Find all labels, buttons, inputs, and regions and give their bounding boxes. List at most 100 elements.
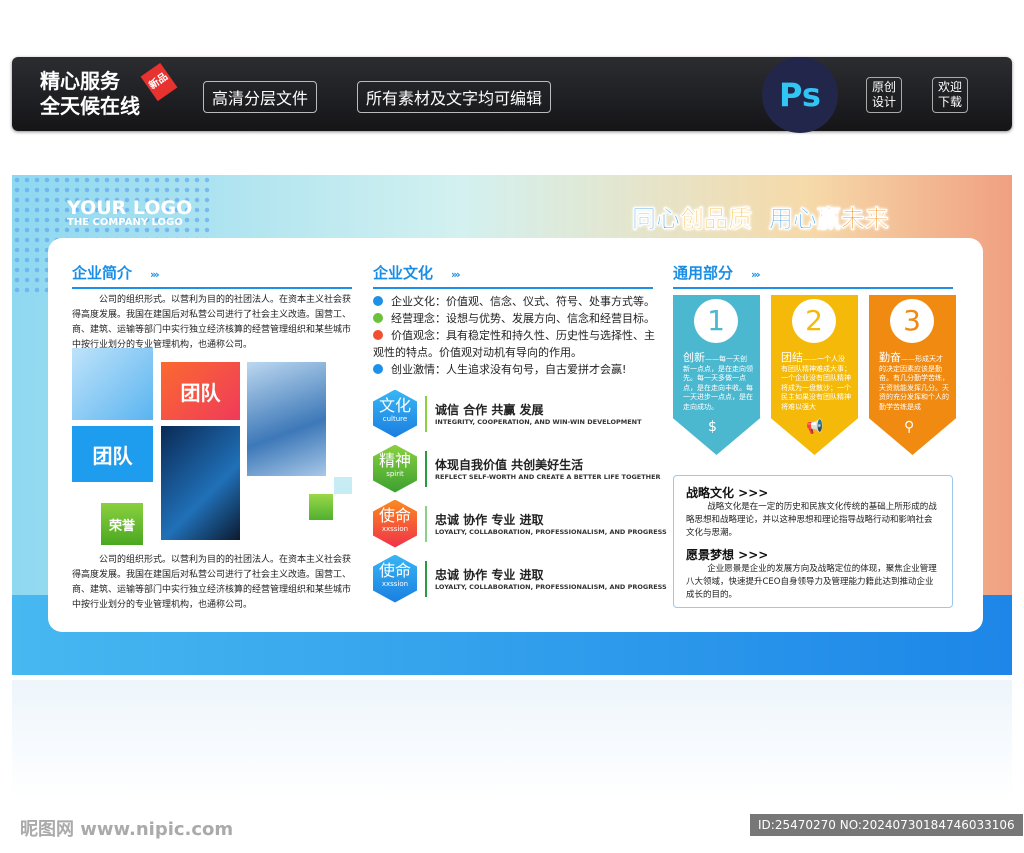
item-title: 诚信 合作 共赢 发展: [435, 403, 544, 417]
slogan: 精心服务 全天候在线: [40, 69, 140, 119]
strategy-title: 战略文化 >>>: [686, 486, 769, 500]
card-text: 团结——一个人没有团队精神难成大事；一个企业没有团队精神将成为一盘散沙；一个民主…: [781, 351, 851, 412]
motto-a: 同心: [632, 205, 681, 234]
culture-bullet: 经营理念：设想与优势、发展方向、信念和经营目标。: [373, 310, 658, 327]
vision-text: 企业愿景是企业的发展方向及战略定位的体现，聚焦企业管理八大领域，快速提升CEO自…: [686, 564, 937, 600]
intro-title: 企业简介 ›››: [72, 262, 352, 289]
intro-section: 企业简介 ››› 公司的组织形式。以营利为目的的社团法人。在资本主义社会获得高度发…: [72, 262, 352, 353]
general-title-text: 通用部分: [673, 264, 734, 282]
culture-bullet: 创业激情：人生追求没有句号，自古爱拼才会赢!: [373, 361, 658, 378]
promo-bar: 精心服务 全天候在线 新品 高清分层文件 所有素材及文字均可编辑 Ps 原创设计 …: [12, 57, 1012, 133]
arrows-icon: ›››: [451, 268, 461, 281]
editable-badge: 所有素材及文字均可编辑: [357, 81, 552, 113]
divider: [425, 395, 427, 432]
arrows-icon: ›››: [751, 268, 761, 281]
strategy-text: 战略文化是在一定的历史和民族文化传统的基础上所形成的战略思想和战略理论，并以这种…: [686, 502, 937, 538]
original-design-button[interactable]: 原创设计: [866, 77, 902, 113]
intro-paragraph-2: 公司的组织形式。以营利为目的的社团法人。在资本主义社会获得高度发展。我国在建国后…: [72, 555, 352, 610]
card-number: 3: [890, 299, 934, 343]
culture-item: 使命 xxssion 忠诚 协作 专业 进取 LOYALTY, COLLABORATI…: [373, 551, 667, 606]
card-text: 创新——每一天创新一点点，是在走向领先。每一天多做一点点，是在走向丰收。每一天进…: [683, 351, 753, 412]
divider: [425, 560, 427, 597]
culture-item: 使命 xxssion 忠诚 协作 专业 进取 LOYALTY, COLLABORATI…: [373, 496, 667, 551]
bullet-dot-icon: [373, 296, 383, 306]
building-photo: [247, 362, 326, 476]
bullet-text: 企业文化：价值观、信念、仪式、符号、处事方式等。: [391, 295, 655, 308]
hexagon-badge: 精神 spirit: [373, 444, 417, 493]
culture-title: 企业文化 ›››: [373, 262, 653, 289]
culture-items: 文化 culture 诚信 合作 共赢 发展 INTEGRITY, COOPERATI…: [373, 386, 667, 606]
divider: [425, 450, 427, 487]
layered-file-badge: 高清分层文件: [203, 81, 318, 113]
card-icon: 📢: [806, 419, 824, 435]
company-logo: YOUR LOGO: [67, 197, 193, 219]
culture-item: 精神 spirit 体现自我价值 共创美好生活 REFLECT SELF-WORTH …: [373, 441, 667, 496]
motto-c: 用心: [768, 205, 817, 234]
motto-d: 赢未来: [816, 205, 889, 234]
bullet-text: 价值观念：具有稳定性和持久性、历史性与选择性、主观性的特点。价值观对动机有导向的…: [373, 329, 655, 359]
hex-label: 使命: [378, 505, 411, 525]
strategy-box: 战略文化 >>> 战略文化是在一定的历史和民族文化传统的基础上所形成的战略思想和…: [673, 475, 953, 608]
culture-title-text: 企业文化: [373, 264, 434, 282]
card-head: 团结: [781, 351, 803, 364]
general-section: 通用部分 ›››: [673, 262, 953, 289]
item-title: 体现自我价值 共创美好生活: [435, 458, 584, 472]
item-subtitle: REFLECT SELF-WORTH AND CREATE A BETTER L…: [435, 473, 661, 481]
deco-square: [309, 494, 333, 520]
card-icon: $: [708, 419, 717, 435]
intro-title-text: 企业简介: [72, 264, 133, 282]
culture-item: 文化 culture 诚信 合作 共赢 发展 INTEGRITY, COOPERATI…: [373, 386, 667, 441]
hex-label: 文化: [378, 395, 411, 415]
bullet-dot-icon: [373, 364, 383, 374]
card-number: 1: [694, 299, 738, 343]
item-title: 忠诚 协作 专业 进取: [435, 568, 544, 582]
hexagon-badge: 文化 culture: [373, 389, 417, 438]
arrows-icon: ›››: [150, 268, 160, 281]
hexagon-badge: 使命 xxssion: [373, 499, 417, 548]
team-tile-red: 团队: [161, 362, 240, 420]
watermark: 昵图网 www.nipic.com ID:25470270 NO:2024073…: [0, 812, 1024, 842]
bullet-text: 创业激情：人生追求没有句号，自古爱拼才会赢!: [391, 363, 627, 376]
board-reflection: [12, 680, 1012, 800]
watermark-id: ID:25470270 NO:20240730184746033106: [750, 814, 1023, 836]
card-icon: ⚲: [904, 419, 915, 435]
hex-sub: culture: [382, 414, 408, 423]
item-subtitle: LOYALTY, COLLABORATION, PROFESSIONALISM,…: [435, 528, 667, 536]
honor-tile: 荣誉: [101, 503, 143, 545]
bullet-dot-icon: [373, 313, 383, 323]
hex-sub: spirit: [386, 469, 404, 478]
hexagon-badge: 使命 xxssion: [373, 554, 417, 603]
watermark-site: 昵图网 www.nipic.com: [20, 819, 234, 840]
hex-sub: xxssion: [381, 524, 409, 533]
business-photo: [161, 426, 240, 540]
culture-bullets: 企业文化：价值观、信念、仪式、符号、处事方式等。 经营理念：设想与优势、发展方向、…: [373, 293, 658, 378]
culture-section: 企业文化 ››› 企业文化：价值观、信念、仪式、符号、处事方式等。 经营理念：设想与…: [373, 262, 667, 606]
slogan-line-2: 全天候在线: [40, 94, 140, 118]
download-button[interactable]: 欢迎下载: [932, 77, 968, 113]
deco-square: [334, 477, 352, 494]
item-title: 忠诚 协作 专业 进取: [435, 513, 544, 527]
card-head: 创新: [683, 351, 705, 364]
culture-bullet: 价值观念：具有稳定性和持久性、历史性与选择性、主观性的特点。价值观对动机有导向的…: [373, 327, 658, 361]
card-number: 2: [792, 299, 836, 343]
motto: 同心创品质 用心赢未来: [632, 199, 889, 234]
photoshop-icon: Ps: [762, 57, 838, 133]
motto-b: 创品质: [680, 205, 753, 234]
divider: [425, 505, 427, 542]
hex-label: 使命: [378, 560, 411, 580]
company-logo-sub: THE COMPANY LOGO: [67, 217, 183, 228]
office-illustration: [72, 348, 153, 420]
bullet-text: 经营理念：设想与优势、发展方向、信念和经营目标。: [391, 312, 655, 325]
team-tile-blue: 团队: [72, 426, 153, 482]
new-tag: 新品: [140, 62, 178, 102]
card-text: 勤奋——形成天才的决定因素应该是勤奋。有几分勤学苦练，天资就能发挥几分。天资的充…: [879, 351, 949, 412]
hex-label: 精神: [378, 450, 411, 470]
slogan-line-1: 精心服务: [40, 69, 120, 93]
bullet-dot-icon: [373, 330, 383, 340]
item-subtitle: INTEGRITY, COOPERATION, AND WIN-WIN DEVE…: [435, 418, 642, 426]
item-subtitle: LOYALTY, COLLABORATION, PROFESSIONALISM,…: [435, 583, 667, 591]
card-head: 勤奋: [879, 351, 901, 364]
general-title: 通用部分 ›››: [673, 262, 953, 289]
vision-title: 愿景梦想 >>>: [686, 548, 769, 562]
intro-paragraph: 公司的组织形式。以营利为目的的社团法人。在资本主义社会获得高度发展。我国在建国后…: [72, 295, 352, 350]
